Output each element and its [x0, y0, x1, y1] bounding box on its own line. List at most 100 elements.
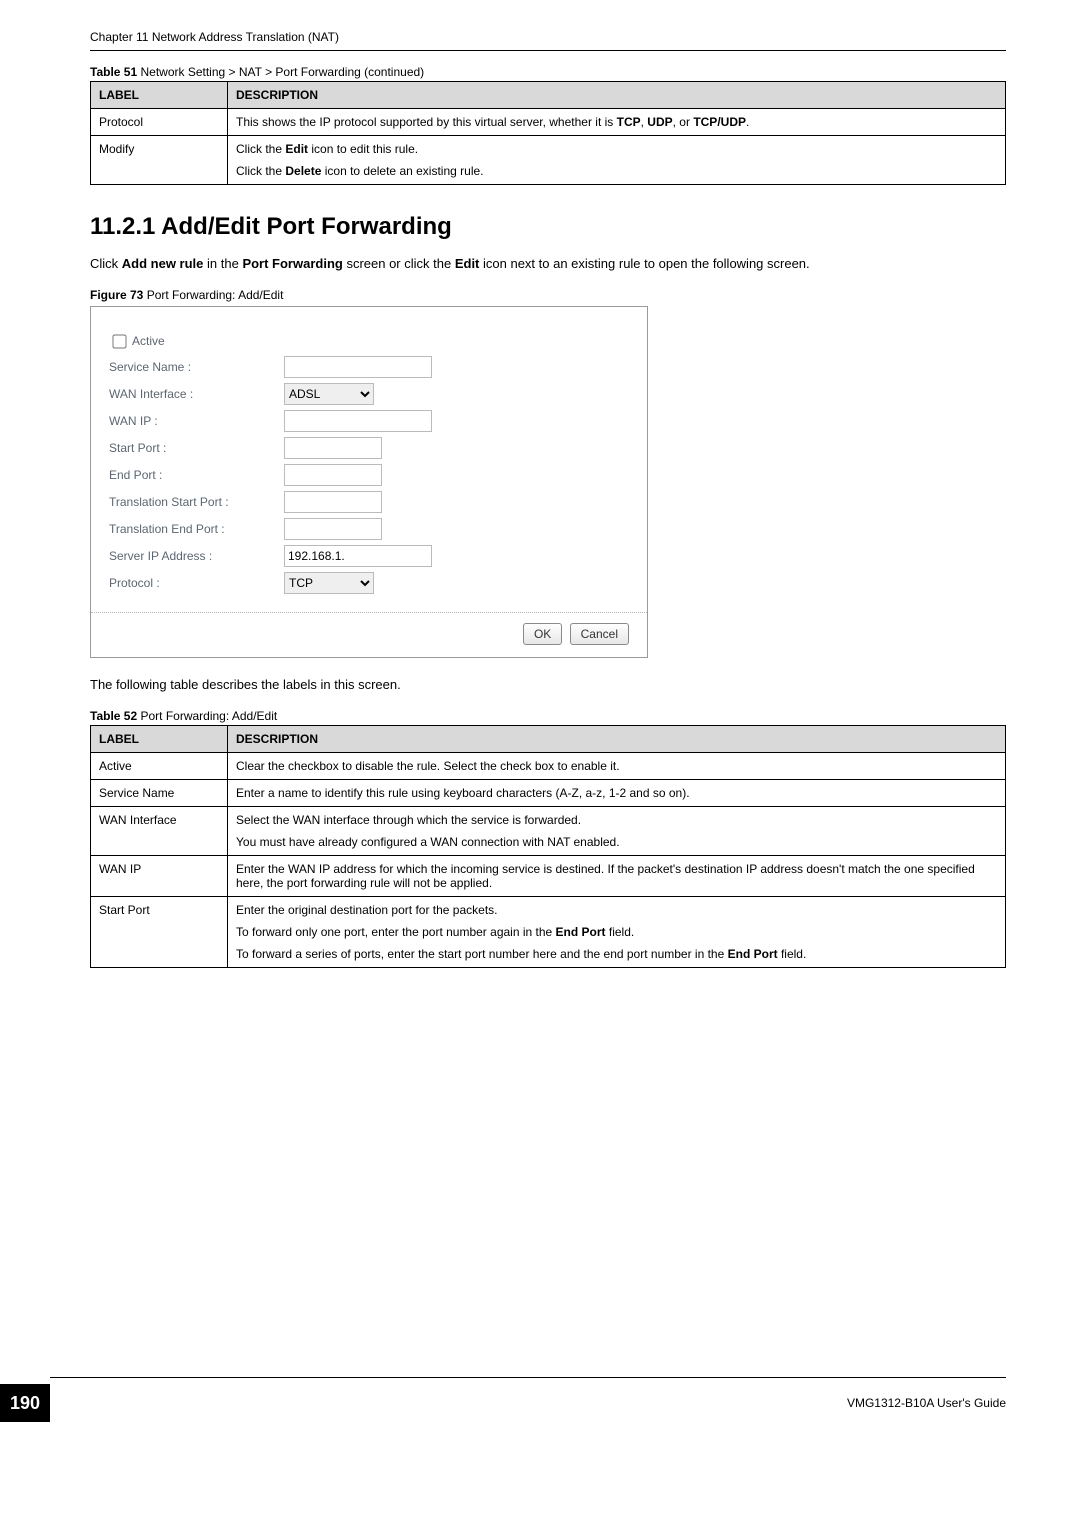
trans-start-input[interactable]	[284, 491, 382, 513]
table52-caption: Table 52 Port Forwarding: Add/Edit	[90, 709, 1006, 723]
active-checkbox[interactable]	[112, 334, 126, 348]
start-port-label: Start Port :	[109, 441, 284, 455]
table51-col-label: LABEL	[91, 82, 228, 109]
text: field.	[606, 925, 635, 939]
trans-end-row: Translation End Port :	[109, 518, 629, 540]
text: .	[746, 115, 749, 129]
bold: UDP	[647, 115, 672, 129]
cell-desc: Enter a name to identify this rule using…	[228, 779, 1006, 806]
cell-label: Modify	[91, 136, 228, 185]
protocol-select[interactable]: TCP	[284, 572, 374, 594]
start-port-row: Start Port :	[109, 437, 629, 459]
text: icon next to an existing rule to open th…	[479, 256, 809, 271]
bold: Edit	[285, 142, 308, 156]
line: To forward a series of ports, enter the …	[236, 947, 997, 961]
table-row: Active Clear the checkbox to disable the…	[91, 752, 1006, 779]
cell-desc: Click the Edit icon to edit this rule. C…	[228, 136, 1006, 185]
trans-start-row: Translation Start Port :	[109, 491, 629, 513]
table-row: Modify Click the Edit icon to edit this …	[91, 136, 1006, 185]
server-ip-label: Server IP Address :	[109, 549, 284, 563]
header-rule	[90, 50, 1006, 51]
service-name-row: Service Name :	[109, 356, 629, 378]
text: Click the	[236, 164, 285, 178]
wan-interface-select[interactable]: ADSL	[284, 383, 374, 405]
table52-col-label: LABEL	[91, 725, 228, 752]
text: field.	[778, 947, 807, 961]
cell-label: WAN IP	[91, 855, 228, 896]
line: You must have already configured a WAN c…	[236, 835, 997, 849]
page-number: 190	[0, 1384, 50, 1422]
trans-end-input[interactable]	[284, 518, 382, 540]
port-forwarding-dialog: Active Service Name : WAN Interface : AD…	[90, 306, 648, 658]
wan-interface-label: WAN Interface :	[109, 387, 284, 401]
table52: LABEL DESCRIPTION Active Clear the check…	[90, 725, 1006, 968]
section-heading: 11.2.1 Add/Edit Port Forwarding	[90, 213, 1006, 241]
cancel-button[interactable]: Cancel	[570, 623, 629, 645]
cell-desc: Select the WAN interface through which t…	[228, 806, 1006, 855]
cell-desc: Clear the checkbox to disable the rule. …	[228, 752, 1006, 779]
table52-caption-num: Table 52	[90, 709, 137, 723]
cell-desc: Enter the original destination port for …	[228, 896, 1006, 967]
bold: End Port	[556, 925, 606, 939]
text: screen or click the	[343, 256, 455, 271]
service-name-input[interactable]	[284, 356, 432, 378]
end-port-label: End Port :	[109, 468, 284, 482]
dialog-button-bar: OK Cancel	[109, 613, 629, 657]
section-paragraph: Click Add new rule in the Port Forwardin…	[90, 255, 1006, 274]
wan-ip-input[interactable]	[284, 410, 432, 432]
table-row: WAN IP Enter the WAN IP address for whic…	[91, 855, 1006, 896]
protocol-row: Protocol : TCP	[109, 572, 629, 594]
text: Click the	[236, 142, 285, 156]
spacer	[236, 156, 997, 164]
wan-interface-row: WAN Interface : ADSL	[109, 383, 629, 405]
line: Click the Edit icon to edit this rule.	[236, 142, 997, 156]
start-port-input[interactable]	[284, 437, 382, 459]
end-port-input[interactable]	[284, 464, 382, 486]
bold: TCP/UDP	[693, 115, 746, 129]
table52-col-desc: DESCRIPTION	[228, 725, 1006, 752]
cell-desc: This shows the IP protocol supported by …	[228, 109, 1006, 136]
spacer	[236, 917, 997, 925]
text: To forward a series of ports, enter the …	[236, 947, 728, 961]
table-row: Protocol This shows the IP protocol supp…	[91, 109, 1006, 136]
active-label: Active	[132, 334, 165, 348]
bold: Port Forwarding	[242, 256, 342, 271]
cell-label: Protocol	[91, 109, 228, 136]
text: icon to delete an existing rule.	[321, 164, 483, 178]
table-header-row: LABEL DESCRIPTION	[91, 82, 1006, 109]
line: Enter the original destination port for …	[236, 903, 997, 917]
table51-caption-num: Table 51	[90, 65, 137, 79]
footer-row: 190 VMG1312-B10A User's Guide	[0, 1384, 1006, 1422]
running-head: Chapter 11 Network Address Translation (…	[90, 30, 1006, 44]
server-ip-input[interactable]	[284, 545, 432, 567]
between-paragraph: The following table describes the labels…	[90, 676, 1006, 695]
text: , or	[673, 115, 694, 129]
end-port-row: End Port :	[109, 464, 629, 486]
cell-desc: Enter the WAN IP address for which the i…	[228, 855, 1006, 896]
cell-label: Service Name	[91, 779, 228, 806]
spacer	[236, 939, 997, 947]
footer-rule	[50, 1377, 1006, 1378]
cell-label: Active	[91, 752, 228, 779]
text: in the	[203, 256, 242, 271]
bold: Delete	[285, 164, 321, 178]
spacer	[236, 827, 997, 835]
line: To forward only one port, enter the port…	[236, 925, 997, 939]
bold: Edit	[455, 256, 480, 271]
wan-ip-label: WAN IP :	[109, 414, 284, 428]
service-name-label: Service Name :	[109, 360, 284, 374]
text: To forward only one port, enter the port…	[236, 925, 556, 939]
text: Click	[90, 256, 122, 271]
protocol-label: Protocol :	[109, 576, 284, 590]
text: This shows the IP protocol supported by …	[236, 115, 617, 129]
bold: End Port	[728, 947, 778, 961]
figure-caption-text: Port Forwarding: Add/Edit	[143, 288, 283, 302]
page-footer: 190 VMG1312-B10A User's Guide	[0, 1377, 1066, 1422]
table51: LABEL DESCRIPTION Protocol This shows th…	[90, 81, 1006, 185]
server-ip-row: Server IP Address :	[109, 545, 629, 567]
trans-end-label: Translation End Port :	[109, 522, 284, 536]
table51-col-desc: DESCRIPTION	[228, 82, 1006, 109]
ok-button[interactable]: OK	[523, 623, 562, 645]
active-row: Active	[109, 332, 629, 351]
text: icon to edit this rule.	[308, 142, 418, 156]
